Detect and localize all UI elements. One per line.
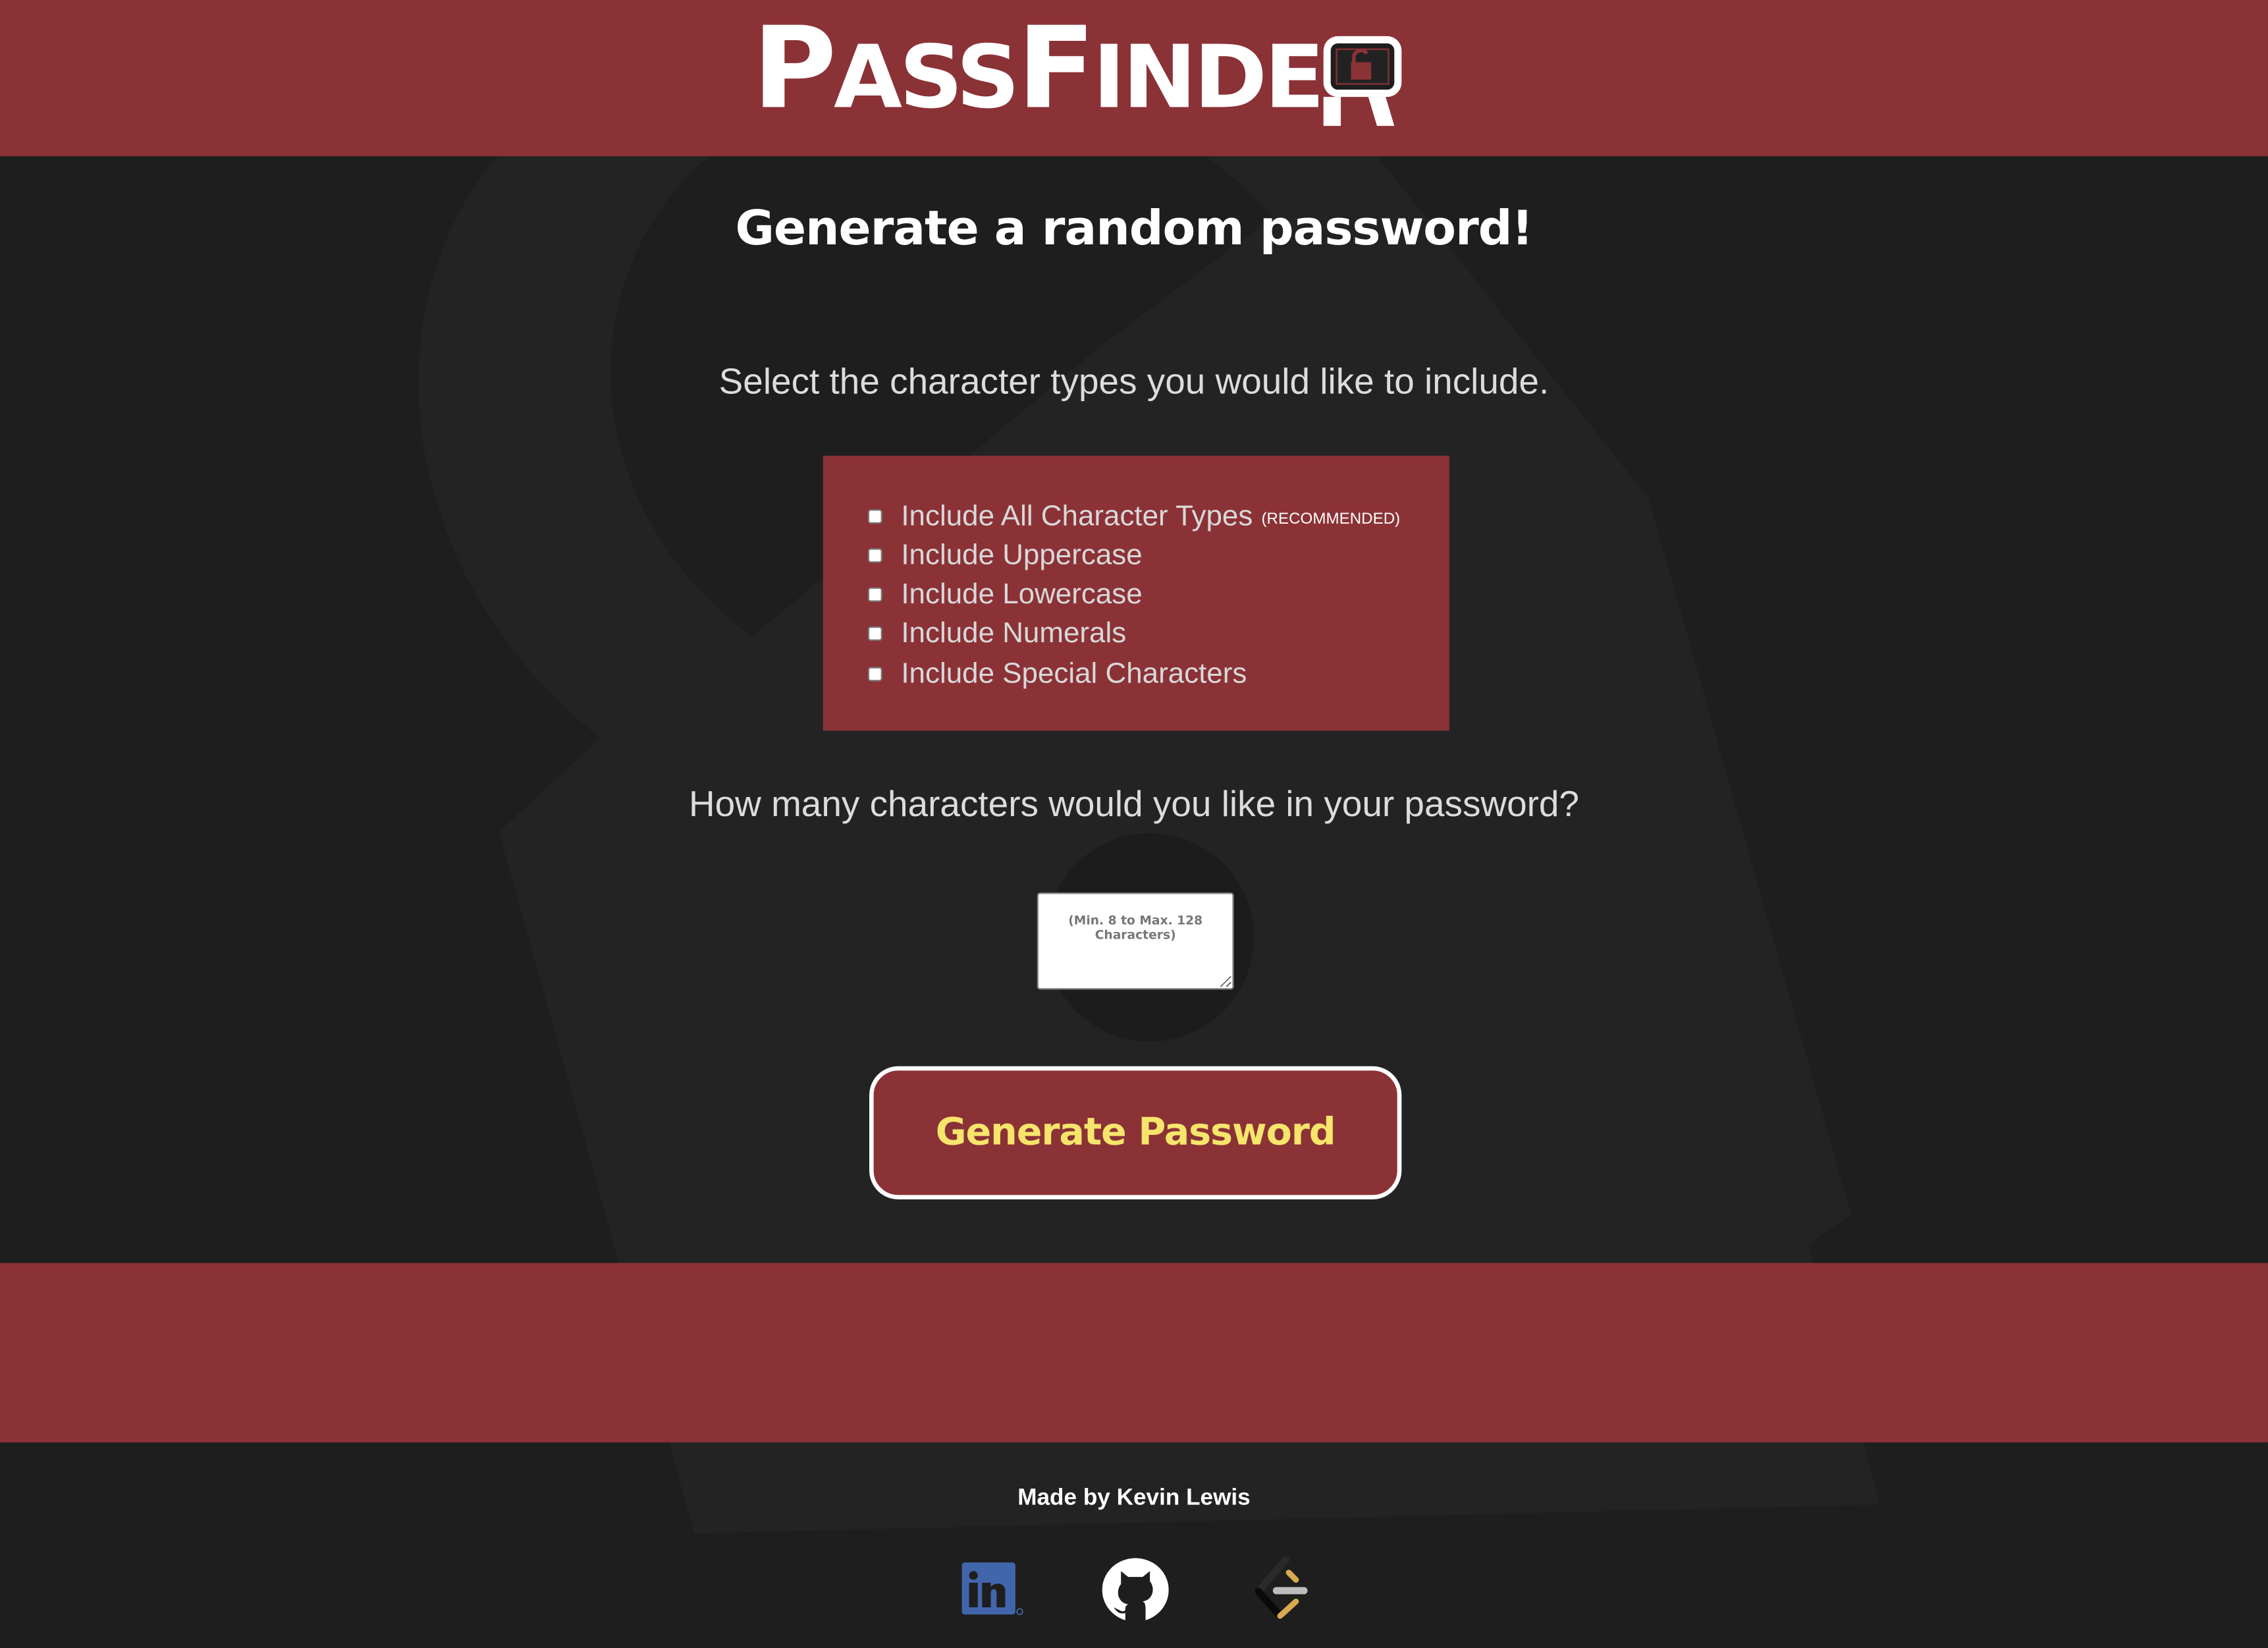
site-header: PASSFINDE xyxy=(0,0,2268,157)
option-label: Include Numerals xyxy=(901,617,1127,649)
linkedin-link[interactable] xyxy=(960,1556,1027,1623)
character-types-prompt: Select the character types you would lik… xyxy=(718,362,1550,402)
leetcode-icon xyxy=(1253,1556,1308,1620)
option-all-types[interactable]: Include All Character Types (RECOMMENDED) xyxy=(867,499,1401,534)
checkbox-uppercase[interactable] xyxy=(867,548,882,563)
option-uppercase[interactable]: Include Uppercase xyxy=(867,538,1143,573)
logo-text: PASSFINDE xyxy=(752,4,1324,135)
option-special[interactable]: Include Special Characters xyxy=(867,657,1247,692)
option-label: Include Uppercase xyxy=(901,539,1143,571)
linkedin-icon xyxy=(961,1562,1023,1616)
page: PASSFINDE Generate a random password! Se… xyxy=(0,0,2268,1648)
option-label: Include Lowercase xyxy=(901,578,1143,610)
footer-credit: Made by Kevin Lewis xyxy=(1017,1485,1251,1511)
lock-magnifier-icon xyxy=(1323,36,1402,126)
option-numerals[interactable]: Include Numerals xyxy=(867,617,1127,651)
length-prompt: How many characters would you like in yo… xyxy=(688,784,1579,825)
option-label: Include Special Characters xyxy=(901,657,1247,690)
page-title: Generate a random password! xyxy=(735,200,1534,256)
logo[interactable]: PASSFINDE xyxy=(752,13,1406,130)
option-label: Include All Character Types xyxy=(901,499,1253,532)
checkbox-special[interactable] xyxy=(867,667,882,682)
password-output-band xyxy=(0,1263,2268,1442)
recommended-note: (RECOMMENDED) xyxy=(1261,510,1401,528)
password-length-input[interactable] xyxy=(1037,893,1234,990)
leetcode-link[interactable] xyxy=(1247,1556,1313,1623)
github-link[interactable] xyxy=(1102,1556,1169,1623)
character-options-panel: Include All Character Types (RECOMMENDED)… xyxy=(823,455,1449,731)
github-icon xyxy=(1102,1558,1169,1622)
checkbox-numerals[interactable] xyxy=(867,626,882,642)
generate-password-button[interactable]: Generate Password xyxy=(869,1066,1402,1199)
option-lowercase[interactable]: Include Lowercase xyxy=(867,577,1143,612)
checkbox-all-types[interactable] xyxy=(867,509,882,524)
checkbox-lowercase[interactable] xyxy=(867,587,882,602)
